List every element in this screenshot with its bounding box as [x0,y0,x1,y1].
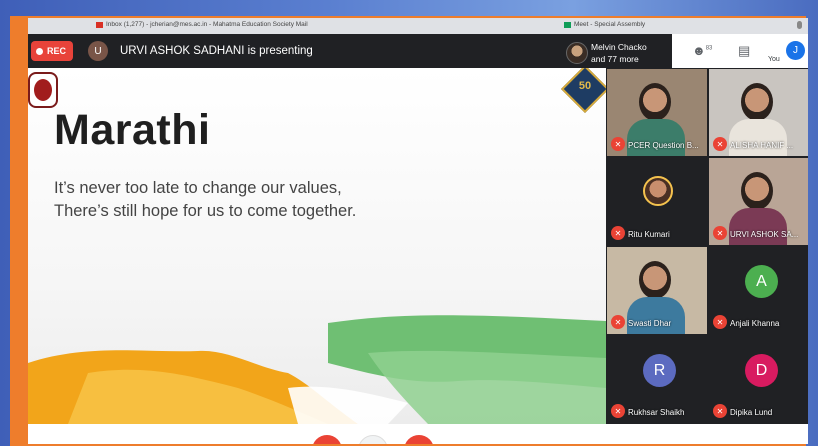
participant-tile[interactable]: ✕ Swasti Dhar [607,247,707,334]
meet-controls: ☻83 ▤ You J [672,34,808,68]
you-label: You [768,56,780,63]
mic-off-icon: ✕ [713,226,727,240]
browser-tab-strip: Inbox (1,277) - jcherian@mes.ac.in - Mah… [28,18,808,34]
tricolor-brush-decoration [28,315,606,424]
meet-icon [564,21,571,28]
slide-text-line1: It’s never too late to change our values… [54,179,342,197]
participant-name: Dipika Lund [730,408,773,417]
mic-icon [797,21,802,29]
school-emblem [28,72,58,108]
participant-avatar [643,176,673,206]
tab-meet-label: Meet - Special Assembly [574,21,646,28]
tab-gmail-label: Inbox (1,277) - jcherian@mes.ac.in - Mah… [106,21,308,28]
others-line2: and 77 more [591,54,639,64]
mic-off-icon: ✕ [611,137,625,151]
camera-toggle-button[interactable] [358,435,388,444]
participant-grid: ✕ PCER Question B... ✕ ALISHA HANIF ... … [606,68,808,424]
participant-name: PCER Question B... [628,141,699,150]
others-avatar [566,42,588,64]
participant-video [741,83,773,121]
people-icon: ☻ [692,43,706,58]
tab-meet[interactable]: Meet - Special Assembly [564,21,645,28]
presenting-text: URVI ASHOK SADHANI is presenting [120,45,313,57]
participant-name: ALISHA HANIF ... [730,141,794,150]
participant-initial: D [745,354,778,387]
leave-call-button[interactable] [404,435,434,444]
participant-name: Ritu Kumari [628,230,670,239]
jubilee-number: 50 [578,80,592,92]
mic-off-icon: ✕ [713,404,727,418]
participant-video [741,172,773,210]
participant-initial: R [643,354,676,387]
tab-gmail[interactable]: Inbox (1,277) - jcherian@mes.ac.in - Mah… [96,21,308,28]
slide-text-line2: There’s still hope for us to come togeth… [54,202,357,220]
people-count: 83 [705,45,713,52]
others-line1: Melvin Chacko [591,42,647,52]
participant-tile[interactable]: ✕ ALISHA HANIF ... [709,69,808,156]
participant-name: Rukhsar Shaikh [628,408,685,417]
participant-tile[interactable]: A ✕ Anjali Khanna [709,247,808,334]
recording-badge: REC [31,41,74,61]
participant-name: URVI ASHOK SA... [730,230,799,239]
gmail-icon [96,21,103,28]
rec-label: REC [47,46,67,56]
participant-tile[interactable]: ✕ URVI ASHOK SA... [709,158,808,245]
mic-off-icon: ✕ [611,315,625,329]
participant-initial: A [745,265,778,298]
participant-tile[interactable]: R ✕ Rukhsar Shaikh [607,336,707,423]
chat-button[interactable]: ▤ [738,43,750,59]
mic-off-icon: ✕ [713,137,727,151]
participant-tile[interactable]: ✕ PCER Question B... [607,69,707,156]
slide-title: Marathi [54,106,211,154]
mic-off-icon: ✕ [713,315,727,329]
participant-name: Anjali Khanna [730,319,780,328]
you-avatar[interactable]: J [786,41,805,60]
participant-name: Swasti Dhar [628,319,672,328]
meet-bottom-bar [28,424,808,444]
record-icon [36,47,43,55]
mic-toggle-button[interactable] [312,435,342,444]
others-summary[interactable]: Melvin Chacko and 77 more [591,41,647,65]
participant-video [639,261,671,299]
chat-icon: ▤ [738,43,751,58]
mic-off-icon: ✕ [611,404,625,418]
people-button[interactable]: ☻83 [692,43,712,58]
participant-video [639,83,671,121]
presentation-slide: 50 Marathi It’s never too late to change… [28,68,606,424]
participant-tile[interactable]: D ✕ Dipika Lund [709,336,808,423]
mic-off-icon: ✕ [611,226,625,240]
presenter-avatar: U [88,41,108,61]
participant-tile[interactable]: ✕ Ritu Kumari [607,158,707,245]
meet-window: Inbox (1,277) - jcherian@mes.ac.in - Mah… [28,18,808,444]
